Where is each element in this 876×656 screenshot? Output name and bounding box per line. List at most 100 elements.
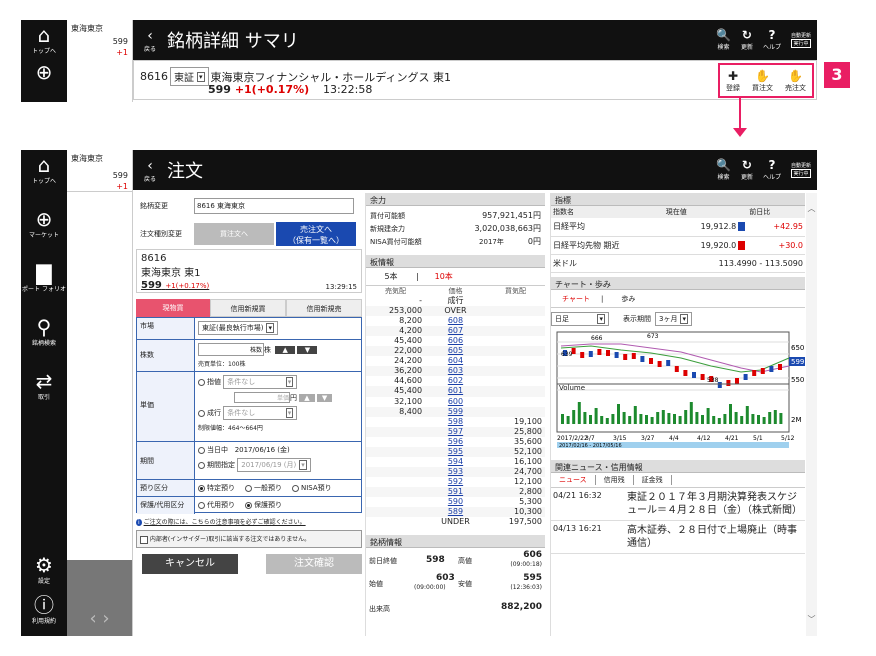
back-button[interactable]: ‹ 戻る — [133, 158, 167, 183]
stock-info-table: 前日終値 598 高値 606 (09:00:18) 始値 603 (09:00… — [369, 550, 542, 614]
search-icon[interactable]: ⚲ 銘柄検索 — [21, 312, 67, 366]
board-row[interactable]: 44,600 602 — [366, 376, 545, 386]
tab-order-2[interactable]: 信用新規売 — [286, 299, 362, 317]
news-item[interactable]: 04/21 16:32 東証２０１７年３月期決算発表スケジュール＝４月２８日（金）… — [551, 488, 805, 521]
candle — [769, 365, 774, 372]
tab-5[interactable]: 5本 — [366, 271, 416, 282]
market-select[interactable]: 東証(最良執行市場) — [198, 321, 278, 335]
collateral-radio-1[interactable]: 保護預り — [245, 500, 282, 511]
quantity-input[interactable]: 株数 — [198, 343, 264, 356]
exchange-select[interactable]: 東証 — [170, 67, 209, 86]
info-icon[interactable]: ⓘ 利用規約 — [21, 594, 67, 634]
board-row[interactable]: 45,400 606 — [366, 336, 545, 346]
home-icon[interactable]: ⌂ トップへ — [21, 150, 67, 204]
candle — [752, 369, 757, 376]
board-row[interactable]: 36,200 603 — [366, 366, 545, 377]
price-chart[interactable]: Volume666 6736395386505995502M2017/2/223/… — [551, 328, 806, 448]
auto-update-toggle[interactable]: 自動更新 実行中 — [790, 162, 811, 178]
insider-checkbox[interactable]: 内部者(インサイダー)取引に該当する注文ではありません。 — [136, 530, 362, 548]
deposit-radio-1[interactable]: 一般預り — [245, 483, 282, 493]
axis-2m: 2M — [791, 416, 802, 424]
date-tick: 3/15 — [613, 435, 627, 442]
volume-bar — [628, 415, 632, 424]
refresh-icon[interactable]: ↻ 更新 — [741, 29, 753, 52]
candle — [597, 348, 602, 355]
board-row[interactable]: 592 12,100 — [366, 477, 545, 487]
trade-icon[interactable]: ⇄ 取引 — [21, 366, 67, 420]
deposit-radio-2[interactable]: NISA預り — [292, 483, 332, 493]
range-select[interactable]: 3ヶ月 — [655, 311, 692, 326]
news-tab-1[interactable]: 信用残 — [596, 474, 634, 485]
tab-walk[interactable]: 歩み — [603, 294, 653, 304]
sell-order-button[interactable]: 売注文へ （保有一覧へ） — [276, 222, 356, 246]
board-row[interactable]: 598 19,100 — [366, 417, 545, 427]
scrollbar[interactable]: ︿ ﹀ — [806, 193, 817, 636]
today-radio[interactable] — [198, 446, 205, 454]
auto-update-toggle[interactable]: 自動更新 実行中 — [790, 32, 811, 48]
buy-order-button[interactable]: 買注文へ — [194, 223, 274, 245]
notice[interactable]: i ご注文の際には、こちらの注意事項を必ずご確認ください。 — [136, 517, 362, 526]
board-row[interactable]: UNDER 197,500 — [366, 517, 545, 527]
board-row[interactable]: 596 35,600 — [366, 437, 545, 447]
search-icon[interactable]: 🔍 検索 — [716, 29, 731, 52]
board-row[interactable]: 590 5,300 — [366, 497, 545, 507]
board-row[interactable]: 22,000 605 — [366, 346, 545, 357]
limit-radio[interactable] — [198, 378, 205, 386]
board-row[interactable]: 45,400 601 — [366, 386, 545, 397]
home-icon[interactable]: ⌂ トップへ — [21, 24, 67, 55]
register-icon[interactable]: ✚ 登録 — [726, 69, 740, 93]
deposit-radio-0[interactable]: 特定預り — [198, 483, 235, 493]
collateral-radio-0[interactable]: 代用預り — [198, 500, 235, 511]
volume-bar — [706, 407, 710, 424]
globe-icon[interactable]: ⊕ — [21, 61, 67, 83]
period-radio[interactable] — [198, 461, 205, 469]
board-row[interactable]: 597 25,800 — [366, 426, 545, 437]
volume-bar — [729, 403, 732, 424]
cancel-button[interactable]: キャンセル — [142, 553, 238, 574]
news-tab-2[interactable]: 証金残 — [634, 474, 672, 485]
board-row[interactable]: 4,200 607 — [366, 326, 545, 337]
briefcase-icon[interactable]: ▇ ポート フォリオ — [21, 258, 67, 312]
board-row[interactable]: 24,200 604 — [366, 356, 545, 366]
help-icon[interactable]: ? ヘルプ — [763, 159, 781, 182]
board-row[interactable]: 593 24,700 — [366, 466, 545, 477]
board-row[interactable]: 253,000 OVER — [366, 306, 545, 317]
board-row[interactable]: 594 16,100 — [366, 457, 545, 467]
help-icon[interactable]: ? ヘルプ — [763, 29, 781, 52]
board-row[interactable]: 589 10,300 — [366, 507, 545, 518]
qty-down-button[interactable]: ▼ — [297, 346, 318, 354]
stock-list[interactable]: 東海東京 599 +1 ‹ › — [67, 150, 133, 636]
back-button[interactable]: ‹ 戻る — [133, 28, 167, 53]
search-icon[interactable]: 🔍 検索 — [716, 159, 731, 182]
top-stock-list[interactable]: 東海東京 599 +1 — [67, 20, 133, 102]
qty-up-button[interactable]: ▲ — [275, 346, 296, 354]
board-row[interactable]: 591 2,800 — [366, 486, 545, 497]
tab-10[interactable]: 10本 — [419, 271, 469, 282]
period-select[interactable]: 日足 — [551, 311, 609, 326]
board-row[interactable]: 8,200 608 — [366, 316, 545, 326]
date-tick: 2017/2/22 — [557, 435, 588, 442]
refresh-icon[interactable]: ↻ 更新 — [741, 159, 753, 182]
page-title: 注文 — [167, 161, 203, 182]
news-tab-0[interactable]: ニュース — [551, 474, 596, 485]
globe-icon[interactable]: ⊕ マーケット — [21, 204, 67, 258]
stock-change-input[interactable]: 8616 東海東京 — [194, 198, 354, 214]
tab-order-1[interactable]: 信用新規買 — [210, 299, 286, 317]
board-row[interactable]: 32,100 600 — [366, 397, 545, 407]
pager[interactable]: ‹ › — [67, 560, 132, 636]
candle — [588, 350, 593, 357]
buy-order-icon[interactable]: ✋ 買注文 — [752, 69, 773, 93]
gear-icon[interactable]: ⚙ 設定 — [21, 554, 67, 594]
volume-bar — [605, 417, 609, 424]
board-row[interactable]: - 成行 — [366, 296, 545, 306]
tab-order-0[interactable]: 現物買 — [136, 299, 210, 317]
volume-bar — [667, 412, 671, 424]
market-order-radio[interactable] — [198, 409, 205, 417]
tab-chart[interactable]: チャート — [551, 294, 601, 304]
board-row[interactable]: 595 52,100 — [366, 446, 545, 457]
news-item[interactable]: 04/13 16:21 高木証券、２８日付で上場廃止（時事通信） — [551, 521, 805, 554]
board-row[interactable]: 8,400 599 — [366, 406, 545, 417]
sell-order-icon[interactable]: ✋ 売注文 — [785, 69, 806, 93]
confirm-button[interactable]: 注文確認 — [266, 553, 362, 574]
candle — [657, 360, 662, 367]
